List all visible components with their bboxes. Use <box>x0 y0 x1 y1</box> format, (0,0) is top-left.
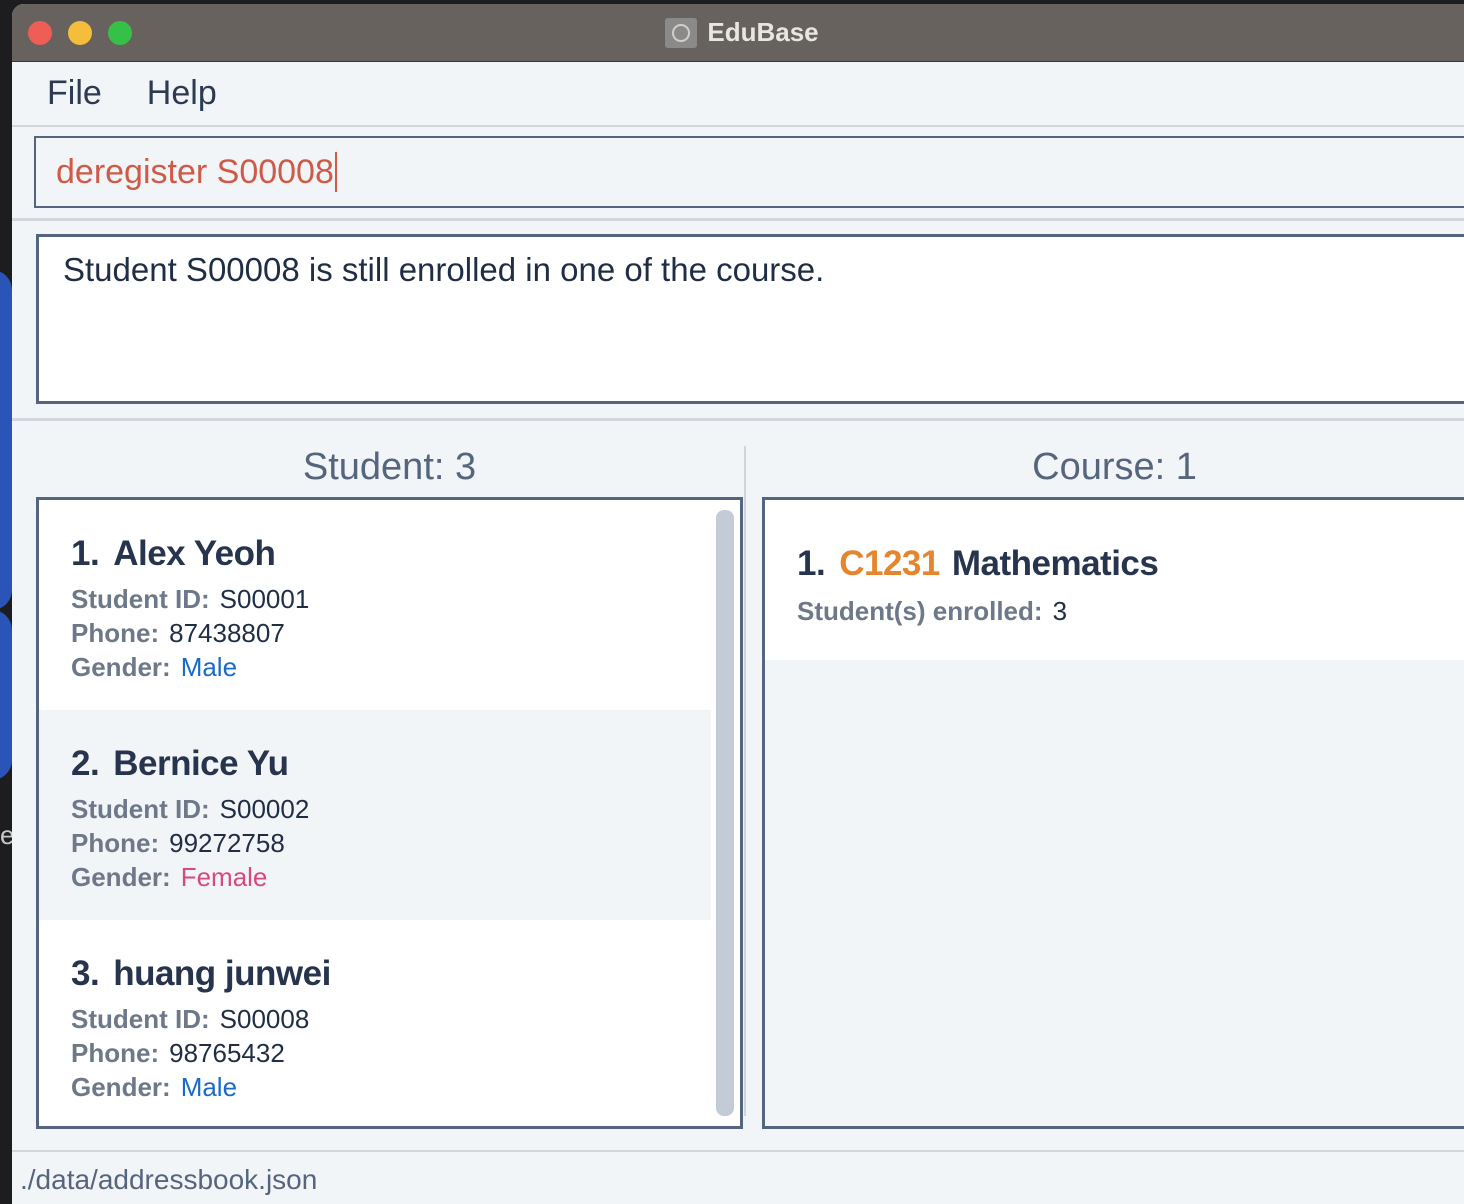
gender-row: Gender: Male <box>71 650 711 684</box>
student-card[interactable]: 2. Bernice Yu Student ID: S00002 Phone: 992… <box>39 710 711 920</box>
student-name-text: huang junwei <box>113 954 331 993</box>
result-display[interactable]: Student S00008 is still enrolled in one … <box>36 234 1464 404</box>
student-id-label: Student ID: <box>71 1004 210 1034</box>
enrolled-row: Student(s) enrolled: 3 <box>797 594 1464 628</box>
student-index: 1. <box>71 534 100 573</box>
divider <box>12 1150 1464 1152</box>
phone-row: Phone: 98765432 <box>71 1036 711 1070</box>
window-title-text: EduBase <box>707 17 819 47</box>
student-list-scrollbar[interactable] <box>716 510 734 1116</box>
gender-row: Gender: Female <box>71 860 711 894</box>
gender-value: Male <box>180 652 238 682</box>
menu-help[interactable]: Help <box>102 74 217 113</box>
title-bar[interactable]: EduBase <box>12 4 1464 62</box>
student-id-label: Student ID: <box>71 584 210 614</box>
student-list[interactable]: 1. Alex Yeoh Student ID: S00001 Phone: 8743… <box>36 497 743 1129</box>
gender-label: Gender: <box>71 862 171 892</box>
course-code: C1231 <box>839 544 940 583</box>
gender-label: Gender: <box>71 1072 171 1102</box>
divider <box>12 418 1464 421</box>
window-title: EduBase <box>12 4 1464 61</box>
student-id-row: Student ID: S00008 <box>71 1002 711 1036</box>
menu-bar: File Help <box>12 61 1464 127</box>
result-message: Student S00008 is still enrolled in one … <box>63 251 825 288</box>
gender-label: Gender: <box>71 652 171 682</box>
student-name-text: Bernice Yu <box>113 744 289 783</box>
app-window: EduBase File Help deregister S00008 Stud… <box>12 4 1464 1204</box>
student-name: 2. Bernice Yu <box>71 744 711 784</box>
course-title: 1. C1231 Mathematics <box>797 544 1464 584</box>
gender-value: Male <box>180 1072 238 1102</box>
student-panel-title: Student: 3 <box>302 446 477 488</box>
phone-label: Phone: <box>71 1038 160 1068</box>
desktop-background <box>0 610 12 780</box>
course-index: 1. <box>797 544 826 583</box>
course-panel-title: Course: 1 <box>1032 446 1197 488</box>
gender-row: Gender: Male <box>71 1070 711 1104</box>
student-id-value: S00002 <box>219 794 310 824</box>
phone-label: Phone: <box>71 828 160 858</box>
desktop-background <box>0 270 12 610</box>
enrolled-count: 3 <box>1052 596 1068 626</box>
divider <box>12 218 1464 221</box>
phone-label: Phone: <box>71 618 160 648</box>
student-id-label: Student ID: <box>71 794 210 824</box>
menu-file[interactable]: File <box>12 74 102 113</box>
panel-divider[interactable] <box>744 446 746 1116</box>
phone-value: 98765432 <box>169 1038 285 1068</box>
course-card[interactable]: 1. C1231 Mathematics Student(s) enrolled: 3 <box>765 500 1464 660</box>
command-box: deregister S00008 <box>34 136 1464 208</box>
student-name-text: Alex Yeoh <box>113 534 276 573</box>
command-text: deregister S00008 <box>56 152 334 191</box>
course-list[interactable]: 1. C1231 Mathematics Student(s) enrolled: 3 <box>762 497 1464 1129</box>
student-id-row: Student ID: S00002 <box>71 792 711 826</box>
student-card[interactable]: 3. huang junwei Student ID: S00008 Phone: 9… <box>39 920 711 1126</box>
status-bar-file-path: ./data/addressbook.json <box>20 1164 318 1195</box>
course-name: Mathematics <box>951 544 1159 583</box>
student-index: 2. <box>71 744 100 783</box>
student-id-row: Student ID: S00001 <box>71 582 711 616</box>
app-logo-icon <box>665 17 698 48</box>
gender-value: Female <box>180 862 268 892</box>
student-id-value: S00001 <box>219 584 310 614</box>
student-name: 3. huang junwei <box>71 954 711 994</box>
phone-value: 99272758 <box>169 828 285 858</box>
command-input[interactable]: deregister S00008 <box>34 136 1464 208</box>
student-index: 3. <box>71 954 100 993</box>
phone-value: 87438807 <box>169 618 285 648</box>
phone-row: Phone: 87438807 <box>71 616 711 650</box>
student-name: 1. Alex Yeoh <box>71 534 711 574</box>
student-id-value: S00008 <box>219 1004 310 1034</box>
student-card[interactable]: 1. Alex Yeoh Student ID: S00001 Phone: 8743… <box>39 500 711 710</box>
phone-row: Phone: 99272758 <box>71 826 711 860</box>
text-cursor <box>334 152 337 192</box>
enrolled-label: Student(s) enrolled: <box>797 596 1043 626</box>
